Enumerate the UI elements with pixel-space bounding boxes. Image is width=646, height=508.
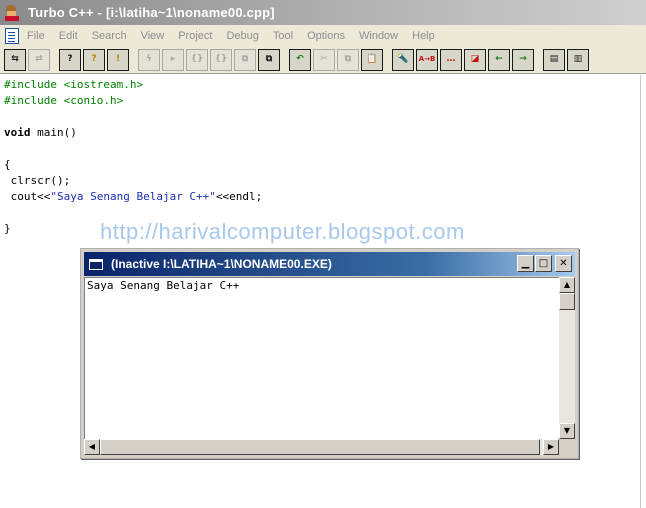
code-line-cout: cout<<"Saya Senang Belajar C++"<<endl;: [4, 190, 263, 203]
run-icon[interactable]: {}: [210, 48, 232, 71]
menu-options[interactable]: Options: [300, 30, 352, 42]
vertical-scroll-thumb[interactable]: [559, 293, 575, 310]
window-title: Turbo C++ - [i:\latiha~1\noname00.cpp]: [28, 5, 275, 20]
code-line: #include <iostream.h>: [4, 78, 144, 91]
scroll-right-button[interactable]: ▶: [543, 439, 559, 455]
console-output[interactable]: Saya Senang Belajar C++: [84, 277, 559, 439]
console-title: (Inactive I:\LATIHA~1\NONAME00.EXE): [111, 257, 332, 271]
close-button[interactable]: ✕: [555, 255, 572, 272]
browse-symbol-icon[interactable]: ?: [83, 48, 105, 71]
arrow-up-icon: ▲: [563, 280, 571, 289]
build-all-icon[interactable]: ⧉: [258, 48, 280, 71]
code-line: {: [4, 158, 11, 171]
console-window-icon[interactable]: [89, 258, 103, 270]
search-again-icon[interactable]: …: [440, 48, 462, 71]
trace-into-icon[interactable]: {}: [186, 48, 208, 71]
editor-right-edge: [640, 75, 646, 508]
toolbar: ⇆ ⇄ ? ? ! ϟ ▸ {} {} ⧉ ⧉ ↶ ✂ ⧉ 📋 🔦 A→B … …: [0, 46, 646, 74]
keyword-void: void: [4, 126, 31, 139]
menu-view[interactable]: View: [134, 30, 172, 42]
vertical-scrollbar[interactable]: ▲ ▼: [559, 277, 575, 439]
maximize-icon: □: [538, 257, 549, 269]
paste-icon[interactable]: 📋: [361, 48, 383, 71]
menu-file[interactable]: File: [23, 30, 52, 42]
minimize-button[interactable]: ▁: [517, 255, 534, 272]
search-icon[interactable]: 🔦: [392, 48, 414, 71]
cut-icon[interactable]: ✂: [313, 48, 335, 71]
menu-edit[interactable]: Edit: [52, 30, 85, 42]
menu-bar: File Edit Search View Project Debug Tool…: [0, 25, 646, 46]
watermark-url: http://harivalcomputer.blogspot.com: [100, 219, 465, 244]
menu-window[interactable]: Window: [352, 30, 405, 42]
compile-icon[interactable]: ⧉: [234, 48, 256, 71]
menu-help[interactable]: Help: [405, 30, 442, 42]
dialog-view-icon[interactable]: ▤: [543, 48, 565, 71]
horizontal-scroll-thumb[interactable]: [100, 439, 540, 455]
maximize-button[interactable]: □: [535, 255, 552, 272]
console-title-bar[interactable]: (Inactive I:\LATIHA~1\NONAME00.EXE) ▁ □ …: [84, 252, 575, 276]
horizontal-scrollbar[interactable]: ◀ ▶: [84, 439, 559, 455]
make-icon[interactable]: ϟ: [138, 48, 160, 71]
scroll-left-button[interactable]: ◀: [84, 439, 100, 455]
menu-search[interactable]: Search: [85, 30, 134, 42]
tile-windows-icon[interactable]: ▥: [567, 48, 589, 71]
scrollbar-corner: [559, 439, 575, 455]
find-in-files-icon[interactable]: !: [107, 48, 129, 71]
scroll-down-button[interactable]: ▼: [559, 423, 575, 439]
open-project-icon[interactable]: ⇆: [4, 48, 26, 71]
menu-tool[interactable]: Tool: [266, 30, 300, 42]
find-function-icon[interactable]: ◪: [464, 48, 486, 71]
step-over-icon[interactable]: ▸: [162, 48, 184, 71]
document-icon[interactable]: [5, 27, 19, 44]
string-literal: "Saya Senang Belajar C++": [50, 190, 216, 203]
scroll-up-button[interactable]: ▲: [559, 277, 575, 293]
menu-debug[interactable]: Debug: [219, 30, 265, 42]
close-icon: ✕: [559, 257, 568, 269]
save-all-icon[interactable]: ⇄: [28, 48, 50, 71]
minimize-icon: ▁: [521, 257, 530, 269]
go-back-icon[interactable]: ←: [488, 48, 510, 71]
code-line: #include <conio.h>: [4, 94, 124, 107]
code-line: void main(): [4, 126, 77, 139]
menu-project[interactable]: Project: [171, 30, 219, 42]
go-forward-icon[interactable]: →: [512, 48, 534, 71]
app-title-bar[interactable]: Turbo C++ - [i:\latiha~1\noname00.cpp]: [0, 0, 646, 25]
code-line: clrscr();: [4, 174, 71, 187]
arrow-down-icon: ▼: [563, 426, 571, 435]
binary-search-icon[interactable]: ?: [59, 48, 81, 71]
copy-icon[interactable]: ⧉: [337, 48, 359, 71]
console-output-line: Saya Senang Belajar C++: [87, 279, 240, 292]
arrow-right-icon: ▶: [547, 442, 555, 451]
replace-icon[interactable]: A→B: [416, 48, 438, 71]
turbo-cpp-app-icon[interactable]: [4, 4, 22, 22]
arrow-left-icon: ◀: [88, 442, 96, 451]
undo-icon[interactable]: ↶: [289, 48, 311, 71]
console-window[interactable]: (Inactive I:\LATIHA~1\NONAME00.EXE) ▁ □ …: [80, 248, 579, 459]
